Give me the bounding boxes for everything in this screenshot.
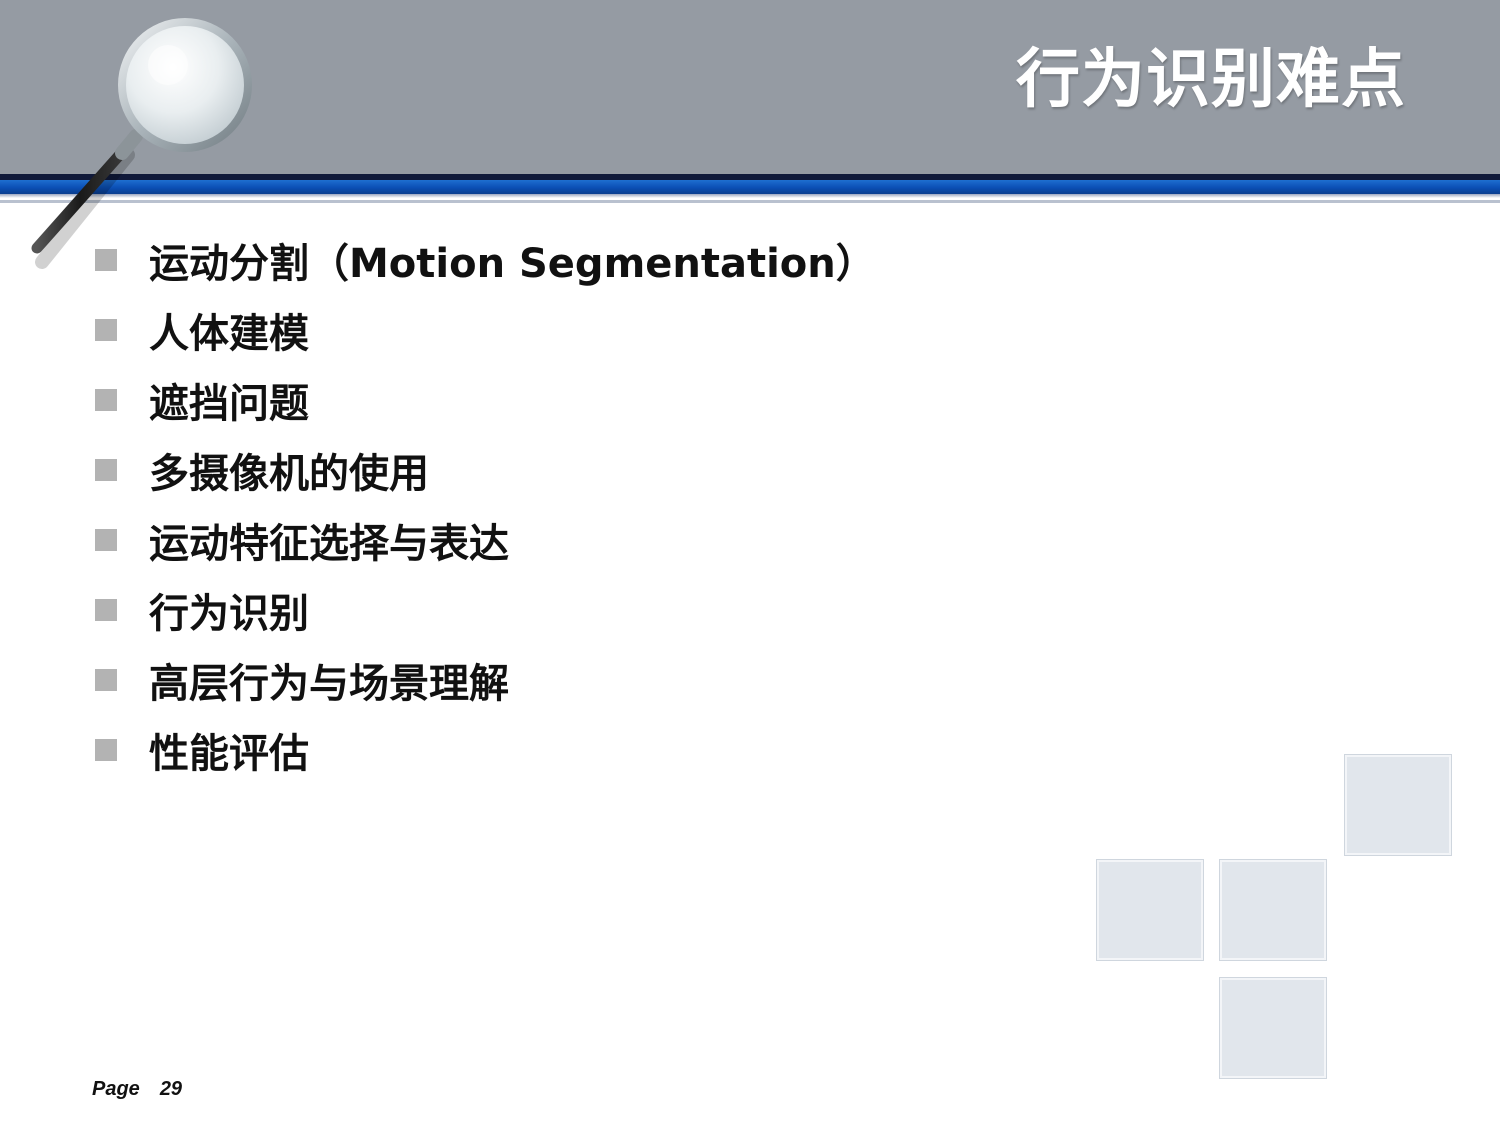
bullet-text: 高层行为与场景理解	[149, 661, 509, 707]
bullet-item: 性能评估	[95, 715, 876, 785]
bullet-item: 多摄像机的使用	[95, 435, 876, 505]
square-bullet-icon	[95, 599, 117, 621]
bullet-item: 运动分割（Motion Segmentation）	[95, 225, 876, 295]
square-bullet-icon	[95, 739, 117, 761]
bullet-text: 人体建模	[149, 311, 309, 357]
bullet-list: 运动分割（Motion Segmentation） 人体建模 遮挡问题 多摄像机…	[95, 225, 876, 785]
bullet-text: 运动分割（Motion Segmentation）	[149, 241, 876, 287]
bullet-item: 遮挡问题	[95, 365, 876, 435]
decor-square	[1220, 978, 1326, 1078]
square-bullet-icon	[95, 389, 117, 411]
slide-title: 行为识别难点	[1016, 43, 1406, 117]
bullet-text: 多摄像机的使用	[149, 451, 429, 497]
bullet-item: 运动特征选择与表达	[95, 505, 876, 575]
page-footer: Page 29	[92, 1078, 182, 1101]
bullet-item: 高层行为与场景理解	[95, 645, 876, 715]
bullet-text: 行为识别	[149, 591, 309, 637]
bullet-text: 遮挡问题	[149, 381, 309, 427]
square-bullet-icon	[95, 669, 117, 691]
square-bullet-icon	[95, 529, 117, 551]
bullet-text: 性能评估	[149, 731, 309, 777]
bullet-text: 运动特征选择与表达	[149, 521, 509, 567]
decor-square	[1097, 860, 1203, 960]
decor-square	[1345, 755, 1451, 855]
square-bullet-icon	[95, 459, 117, 481]
page-label: Page	[92, 1078, 140, 1100]
bullet-item: 人体建模	[95, 295, 876, 365]
page-number: 29	[159, 1078, 183, 1100]
square-bullet-icon	[95, 249, 117, 271]
decor-square	[1220, 860, 1326, 960]
bullet-item: 行为识别	[95, 575, 876, 645]
square-bullet-icon	[95, 319, 117, 341]
